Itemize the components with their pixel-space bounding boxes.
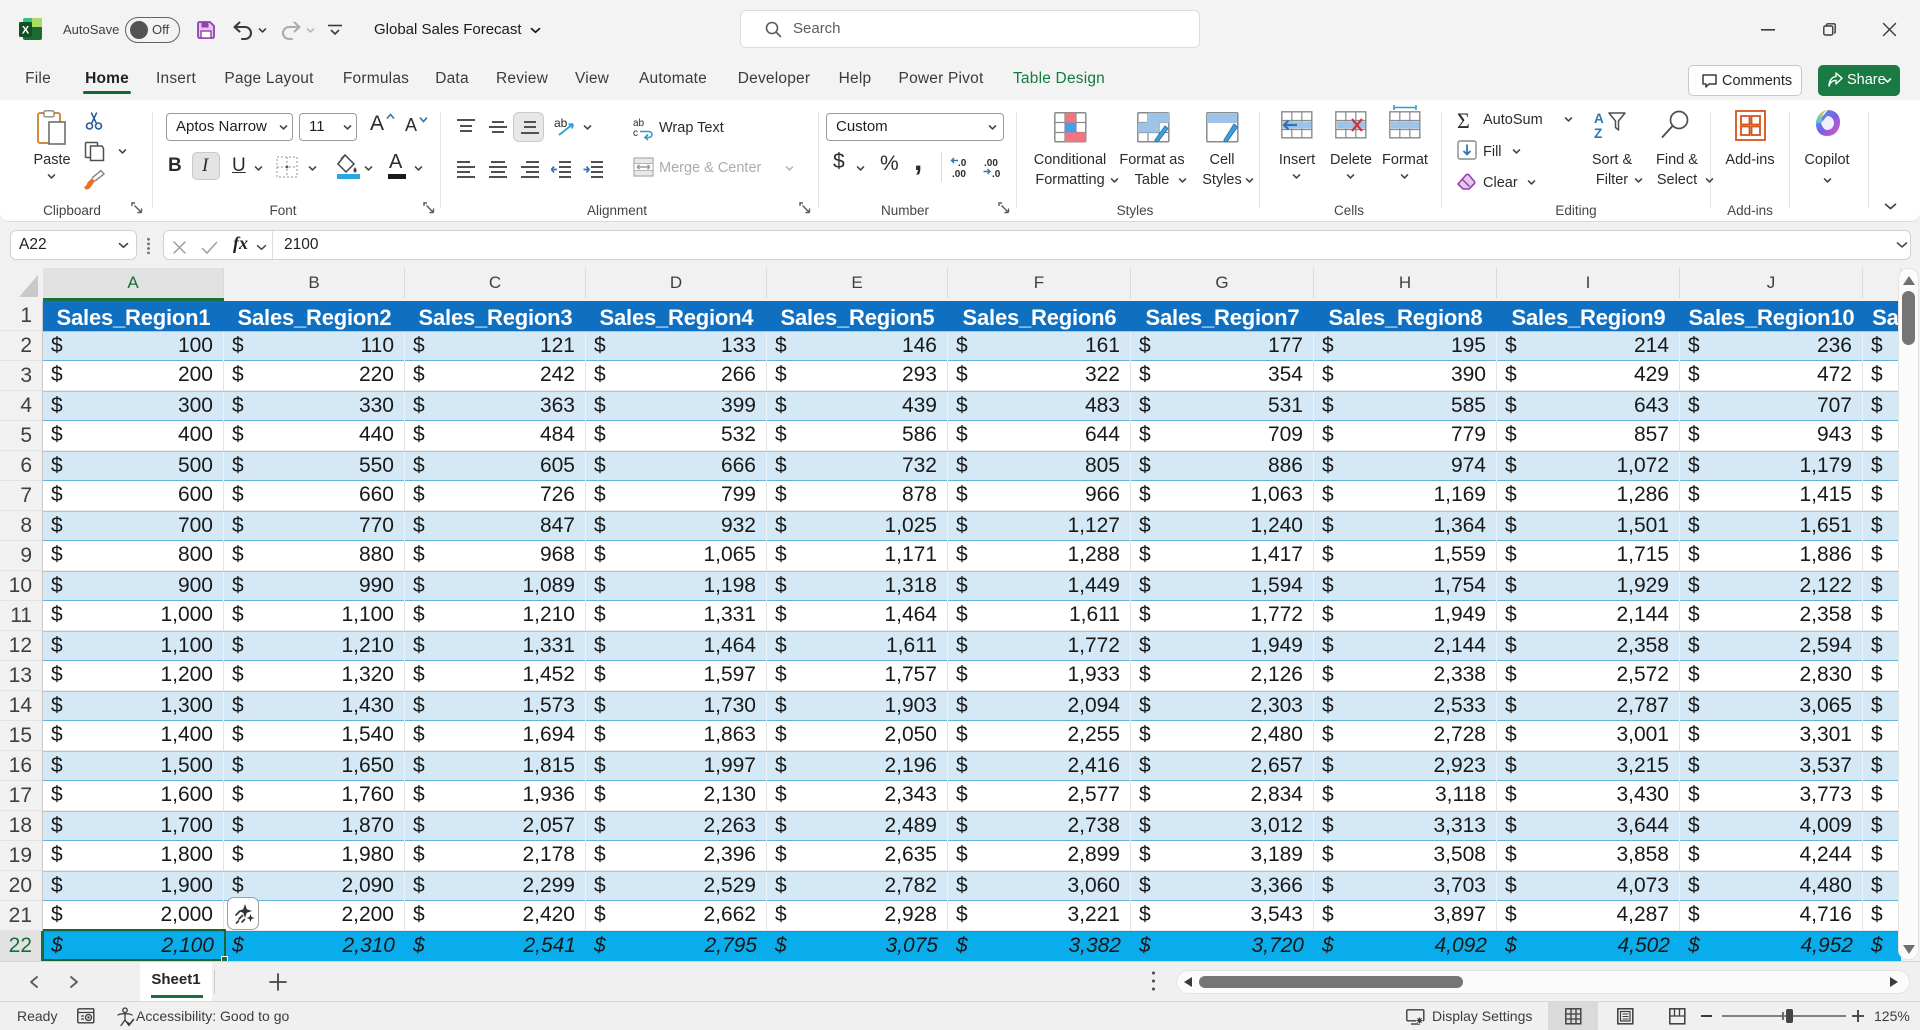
svg-text:c: c xyxy=(633,128,638,139)
svg-text:A: A xyxy=(1594,111,1604,126)
svg-text:.0: .0 xyxy=(958,158,967,169)
svg-text:ab: ab xyxy=(554,116,568,130)
svg-text:.00: .00 xyxy=(952,169,966,178)
svg-text:.00: .00 xyxy=(984,158,998,169)
svg-text:X: X xyxy=(22,25,30,37)
svg-text:.0: .0 xyxy=(992,169,1001,178)
svg-text:Z: Z xyxy=(1594,126,1602,140)
